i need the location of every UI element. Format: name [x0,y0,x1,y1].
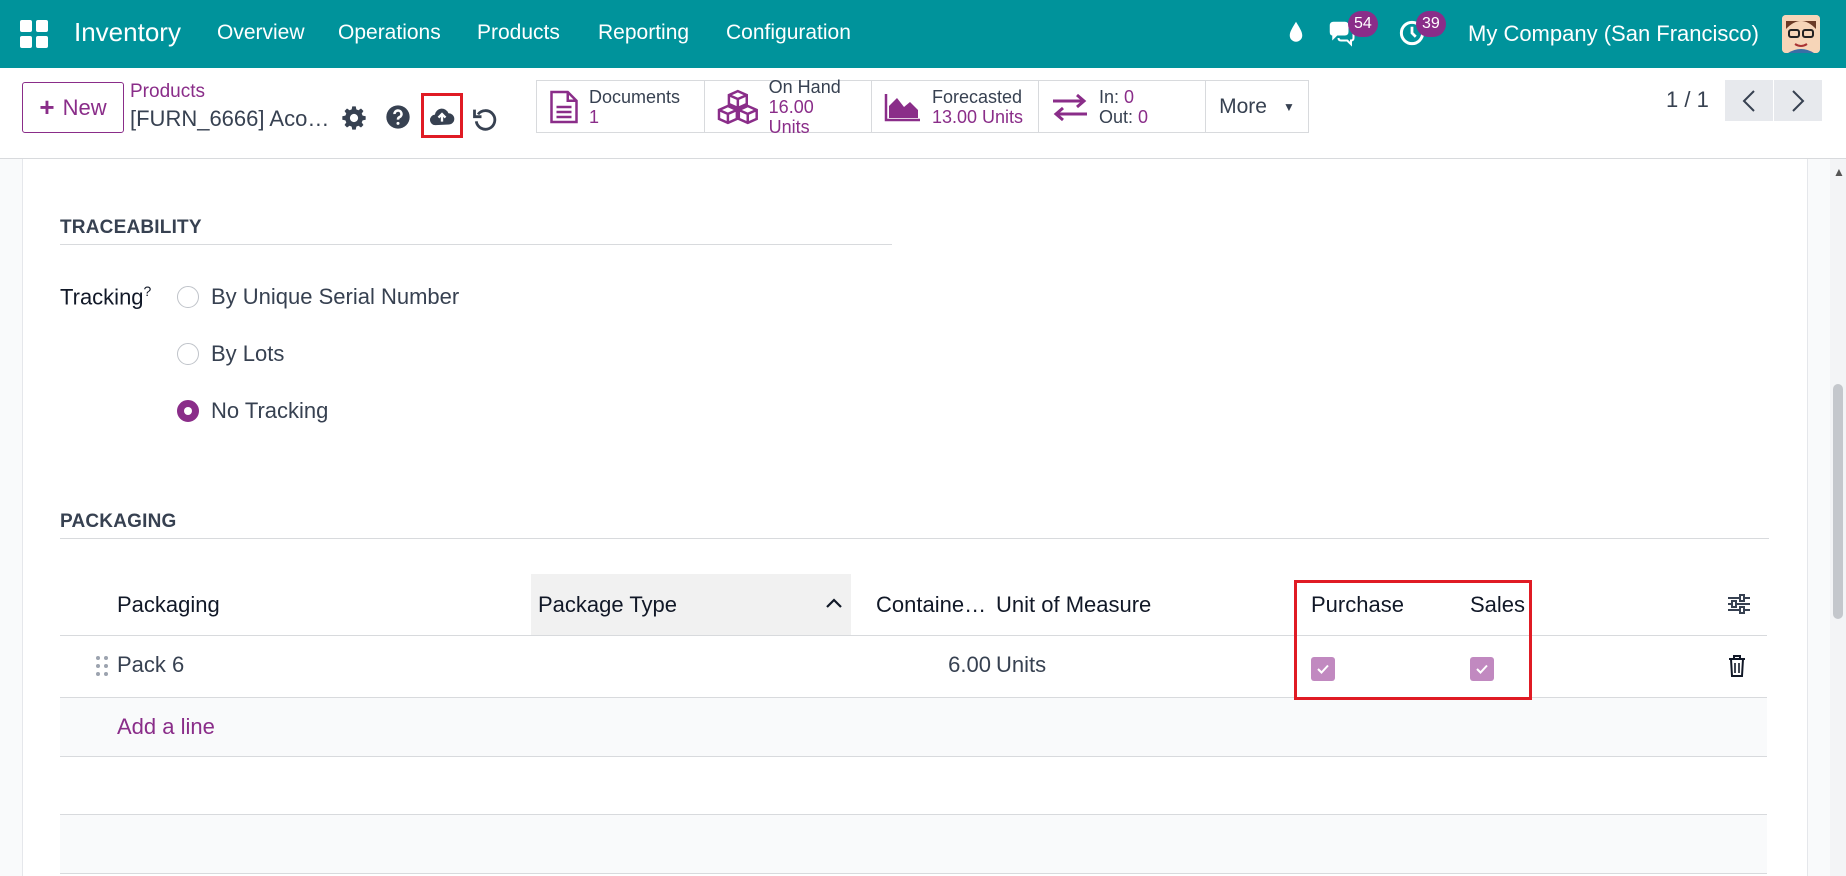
radio-serial-label: By Unique Serial Number [211,284,460,309]
menu-configuration[interactable]: Configuration [726,21,851,45]
app-name[interactable]: Inventory [74,17,181,48]
col-contained-qty[interactable]: Containe… [876,574,1002,635]
col-packaging[interactable]: Packaging [117,574,517,635]
empty-row [60,757,1767,815]
more-label: More [1219,94,1267,118]
on-hand-smart-button[interactable]: On Hand 16.00 Units [705,77,872,137]
col-unit-of-measure[interactable]: Unit of Measure [996,574,1246,635]
radio-no-tracking-label: No Tracking [211,398,329,423]
trash-icon[interactable] [1727,654,1747,678]
record-name: [FURN_6666] Acoustic Bloc Screens [130,106,336,131]
scroll-thumb[interactable] [1833,384,1843,619]
menu-reporting[interactable]: Reporting [598,21,689,45]
radio-lots[interactable]: By Lots [177,341,284,367]
drag-handle-icon[interactable] [95,655,109,677]
documents-value: 1 [589,106,600,127]
menu-overview[interactable]: Overview [217,21,305,45]
user-avatar[interactable] [1782,15,1820,53]
activities-badge: 39 [1416,11,1446,37]
smart-buttons: Documents 1 On Hand 16.00 Units Forecast… [536,77,1309,137]
cell-packaging[interactable]: Pack 6 [117,652,184,678]
more-button[interactable]: More ▼ [1206,81,1308,132]
cell-unit-of-measure[interactable]: Units [996,652,1046,678]
radio-serial-circle[interactable] [177,286,199,308]
pager-previous-button[interactable] [1725,80,1773,121]
caret-down-icon: ▼ [1282,99,1295,114]
col-package-type[interactable]: Package Type [531,574,851,635]
on-hand-label: On Hand [768,76,841,97]
menu-operations[interactable]: Operations [338,21,441,45]
sort-asc-chevron-icon [826,598,842,608]
documents-label: Documents [589,86,681,107]
out-value: 0 [1138,106,1149,127]
on-hand-value: 16.00 Units [768,96,814,137]
traceability-divider [60,244,892,245]
new-button[interactable]: + New [22,82,124,133]
area-chart-icon [884,93,920,121]
droplet-icon[interactable] [1281,18,1311,48]
in-label: In: [1099,86,1120,107]
document-icon [550,90,578,123]
in-out-smart-button[interactable]: In: 0 Out: 0 [1039,81,1206,132]
row-border [60,873,1767,874]
cell-contained-qty[interactable]: 6.00 [872,652,991,678]
chevron-left-icon [1742,89,1755,112]
radio-no-tracking[interactable]: No Tracking [177,398,328,424]
optional-columns-sliders-icon[interactable] [1726,592,1752,616]
in-value: 0 [1124,86,1135,107]
tracking-label-text: Tracking [60,284,144,310]
forecasted-smart-button[interactable]: Forecasted 13.00 Units [872,81,1039,132]
radio-no-tracking-circle[interactable] [177,400,199,422]
forecasted-label: Forecasted [932,86,1023,107]
tracking-label: Tracking? [60,283,151,310]
menu-products[interactable]: Products [477,21,560,45]
top-navbar: Inventory Overview Operations Products R… [0,0,1846,68]
traceability-section-title: TRACEABILITY [60,217,202,238]
documents-smart-button[interactable]: Documents 1 [537,81,705,132]
breadcrumb-products[interactable]: Products [130,81,205,103]
plus-icon: + [39,92,55,122]
col-package-type-label: Package Type [538,591,678,617]
messages-badge: 54 [1348,11,1378,37]
packaging-divider [60,538,1769,539]
new-button-label: New [62,94,107,120]
pager-value[interactable]: 1 / 1 [1666,87,1709,113]
control-panel: + New Products [FURN_6666] Acoustic Bloc… [0,68,1846,159]
out-label: Out: [1099,106,1134,127]
radio-lots-label: By Lots [211,341,285,366]
chevron-right-icon [1792,89,1805,112]
apps-grid-icon[interactable] [20,20,48,48]
purchase-sales-highlight [1294,580,1532,700]
company-switcher[interactable]: My Company (San Francisco) [1468,21,1759,47]
scroll-up-arrow-icon[interactable]: ▲ [1833,165,1845,179]
packaging-section-title: PACKAGING [60,511,177,532]
empty-row [60,815,1767,873]
scrollbar[interactable]: ▲ [1830,159,1846,876]
discard-undo-icon[interactable] [471,105,499,133]
exchange-arrows-icon [1053,93,1087,121]
avatar-face-icon [1782,15,1820,53]
save-button-highlight [421,93,463,138]
radio-serial[interactable]: By Unique Serial Number [177,284,459,310]
add-line-row [60,698,1767,756]
tracking-help-icon[interactable]: ? [144,283,152,299]
cubes-icon [717,89,758,124]
help-icon[interactable] [384,103,412,131]
add-a-line-link[interactable]: Add a line [117,714,215,740]
gear-icon[interactable] [340,104,368,132]
radio-lots-circle[interactable] [177,343,199,365]
pager-next-button[interactable] [1774,80,1822,121]
forecasted-value: 13.00 Units [932,106,1024,127]
